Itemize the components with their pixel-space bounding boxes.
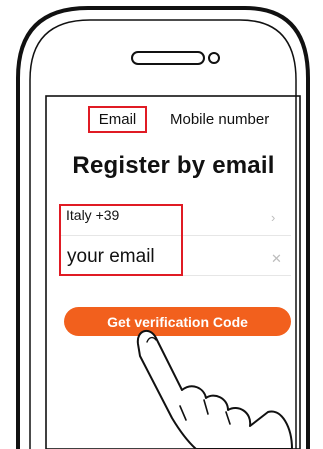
get-verification-code-button[interactable]: Get verification Code xyxy=(64,307,291,336)
tab-email[interactable]: Email xyxy=(88,106,147,133)
tab-mobile-label: Mobile number xyxy=(170,111,270,128)
camera-icon xyxy=(208,52,220,64)
get-verification-code-label: Get verification Code xyxy=(107,313,248,330)
speaker-icon xyxy=(131,51,205,65)
chevron-right-icon[interactable]: › xyxy=(271,210,275,225)
close-icon[interactable]: ✕ xyxy=(271,251,282,267)
page-title: Register by email xyxy=(72,152,275,179)
tab-mobile-number[interactable]: Mobile number xyxy=(170,111,269,128)
highlight-box xyxy=(59,204,183,276)
tab-email-label: Email xyxy=(98,111,137,128)
